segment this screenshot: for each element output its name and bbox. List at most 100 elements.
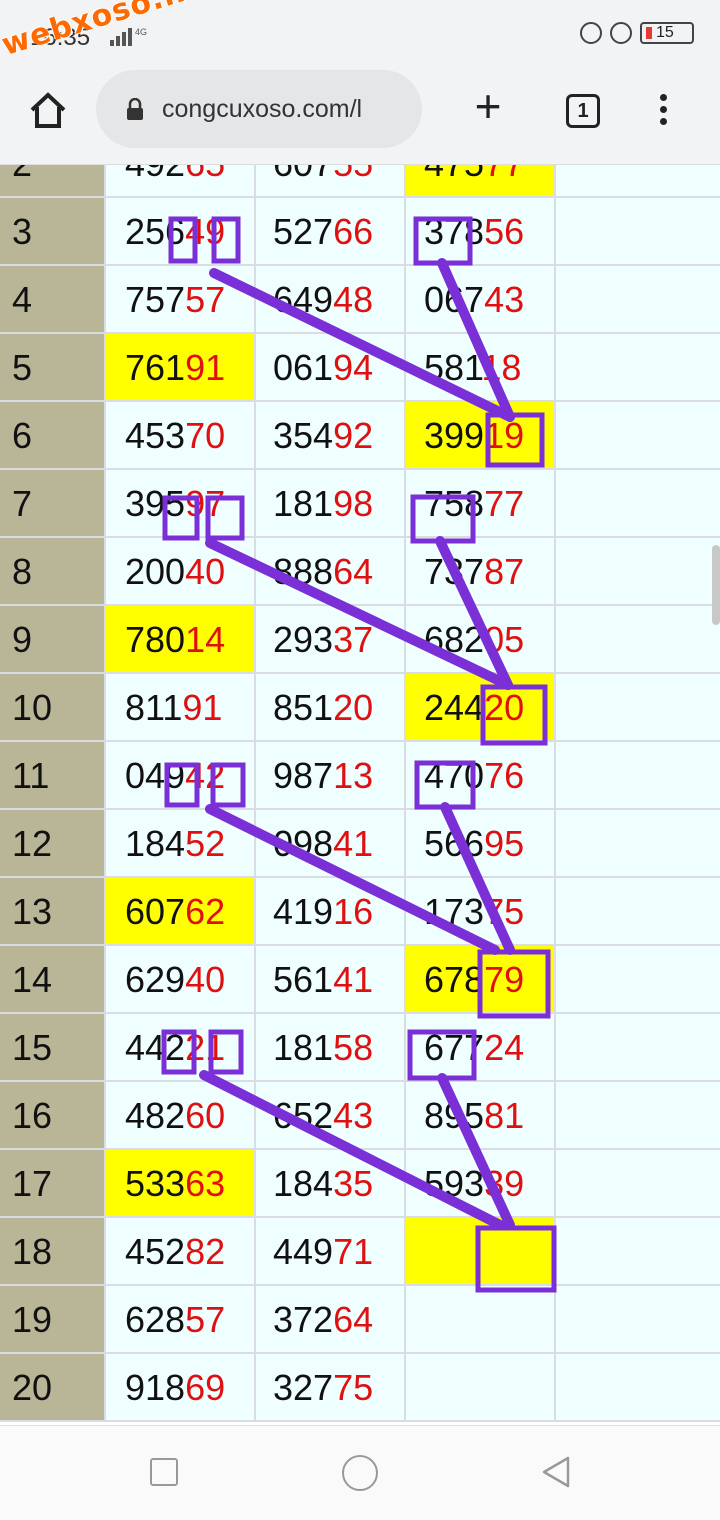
recent-apps-icon[interactable] bbox=[150, 1458, 178, 1486]
number-head: 888 bbox=[273, 551, 334, 592]
number-head: 181 bbox=[273, 483, 334, 524]
number-tail: 63 bbox=[185, 1163, 226, 1204]
cell-col-3: 37856 bbox=[406, 198, 556, 266]
cell-col-3: 56695 bbox=[406, 810, 556, 878]
number-head: 061 bbox=[273, 347, 334, 388]
cell-col-1: 60762 bbox=[106, 878, 256, 946]
cell-col-2: 35492 bbox=[256, 402, 406, 470]
cell-col-1: 53363 bbox=[106, 1150, 256, 1218]
results-grid: 2492656075547577325649527663785647575764… bbox=[0, 165, 720, 1422]
cell-col-3: 67879 bbox=[406, 946, 556, 1014]
cell-col-2: 64948 bbox=[256, 266, 406, 334]
cell-col-1: 25649 bbox=[106, 198, 256, 266]
number-head: 737 bbox=[424, 551, 485, 592]
number-tail: 49 bbox=[185, 211, 226, 252]
number-tail: 60 bbox=[185, 1095, 226, 1136]
number-tail: 77 bbox=[484, 483, 525, 524]
row-number: 20 bbox=[0, 1354, 106, 1422]
number-head: 293 bbox=[273, 619, 334, 660]
table-row: 18 45282 44971 bbox=[0, 1218, 720, 1286]
cell-col-3: 73787 bbox=[406, 538, 556, 606]
home-circle-icon[interactable] bbox=[342, 1455, 378, 1491]
back-triangle-icon[interactable] bbox=[538, 1454, 574, 1490]
number-tail: 05 bbox=[484, 619, 525, 660]
row-number: 2 bbox=[0, 165, 106, 198]
cell-col-1: 62940 bbox=[106, 946, 256, 1014]
number-tail: 98 bbox=[333, 483, 374, 524]
number-head: 987 bbox=[273, 755, 334, 796]
number-head: 354 bbox=[273, 415, 334, 456]
number-head: 244 bbox=[424, 687, 485, 728]
system-nav-bar bbox=[0, 1425, 720, 1520]
cell-col-2: 85120 bbox=[256, 674, 406, 742]
cell-col-2: 60755 bbox=[256, 165, 406, 198]
number-tail: 43 bbox=[484, 279, 525, 320]
cell-col-3: 68205 bbox=[406, 606, 556, 674]
row-number: 16 bbox=[0, 1082, 106, 1150]
tab-switcher-icon[interactable]: 1 bbox=[566, 94, 600, 128]
row-number: 18 bbox=[0, 1218, 106, 1286]
number-tail: 77 bbox=[484, 165, 524, 184]
cell-col-3: 75877 bbox=[406, 470, 556, 538]
cell-col-4 bbox=[556, 165, 720, 198]
table-row: 4 75757 64948 06743 bbox=[0, 266, 720, 334]
number-tail: 13 bbox=[333, 755, 374, 796]
row-number: 6 bbox=[0, 402, 106, 470]
number-tail: 95 bbox=[484, 823, 525, 864]
number-tail: 62 bbox=[185, 891, 226, 932]
number-tail: 18 bbox=[481, 347, 522, 388]
number-head: 449 bbox=[273, 1231, 334, 1272]
cell-col-4 bbox=[556, 198, 720, 266]
number-head: 607 bbox=[125, 891, 186, 932]
number-head: 561 bbox=[273, 959, 334, 1000]
number-tail: 14 bbox=[185, 619, 226, 660]
number-head: 533 bbox=[125, 1163, 186, 1204]
number-tail: 37 bbox=[333, 619, 374, 660]
number-head: 475 bbox=[424, 165, 484, 184]
number-tail: 75 bbox=[484, 891, 525, 932]
cell-col-4 bbox=[556, 946, 720, 1014]
cell-col-3 bbox=[406, 1218, 556, 1286]
number-tail: 39 bbox=[484, 1163, 525, 1204]
number-head: 677 bbox=[424, 1027, 485, 1068]
cell-col-2: 56141 bbox=[256, 946, 406, 1014]
row-number: 4 bbox=[0, 266, 106, 334]
cell-col-3: 06743 bbox=[406, 266, 556, 334]
number-head: 918 bbox=[125, 1367, 186, 1408]
cell-col-4 bbox=[556, 810, 720, 878]
cell-col-2: 29337 bbox=[256, 606, 406, 674]
number-head: 482 bbox=[125, 1095, 186, 1136]
url-text[interactable]: congcuxoso.com/l bbox=[162, 95, 362, 124]
number-head: 067 bbox=[424, 279, 485, 320]
number-tail: 41 bbox=[333, 823, 374, 864]
number-tail: 55 bbox=[333, 165, 373, 184]
cell-col-2: 06194 bbox=[256, 334, 406, 402]
cell-col-3 bbox=[406, 1354, 556, 1422]
cell-col-2: 65243 bbox=[256, 1082, 406, 1150]
home-icon[interactable] bbox=[28, 90, 68, 130]
cell-col-1: 45282 bbox=[106, 1218, 256, 1286]
number-tail: 81 bbox=[484, 1095, 525, 1136]
cell-col-3: 24420 bbox=[406, 674, 556, 742]
network-type: 4G bbox=[135, 27, 147, 37]
cell-col-2: 32775 bbox=[256, 1354, 406, 1422]
number-tail: 75 bbox=[333, 1367, 374, 1408]
cell-col-4 bbox=[556, 402, 720, 470]
cell-col-4 bbox=[556, 1218, 720, 1286]
table-row: 19 62857 37264 bbox=[0, 1286, 720, 1354]
number-tail: 71 bbox=[333, 1231, 374, 1272]
number-head: 607 bbox=[273, 165, 333, 184]
number-tail: 20 bbox=[484, 687, 525, 728]
number-tail: 20 bbox=[333, 687, 374, 728]
more-vert-icon[interactable] bbox=[648, 90, 678, 130]
number-head: 757 bbox=[125, 279, 186, 320]
number-head: 780 bbox=[125, 619, 186, 660]
cell-col-1: 04942 bbox=[106, 742, 256, 810]
number-tail: 43 bbox=[333, 1095, 374, 1136]
address-bar[interactable]: congcuxoso.com/l bbox=[96, 70, 422, 148]
scrollbar-thumb[interactable] bbox=[712, 545, 720, 625]
battery-level bbox=[646, 27, 652, 39]
number-head: 419 bbox=[273, 891, 334, 932]
plus-icon[interactable]: + bbox=[468, 83, 508, 129]
number-head: 811 bbox=[125, 687, 183, 728]
